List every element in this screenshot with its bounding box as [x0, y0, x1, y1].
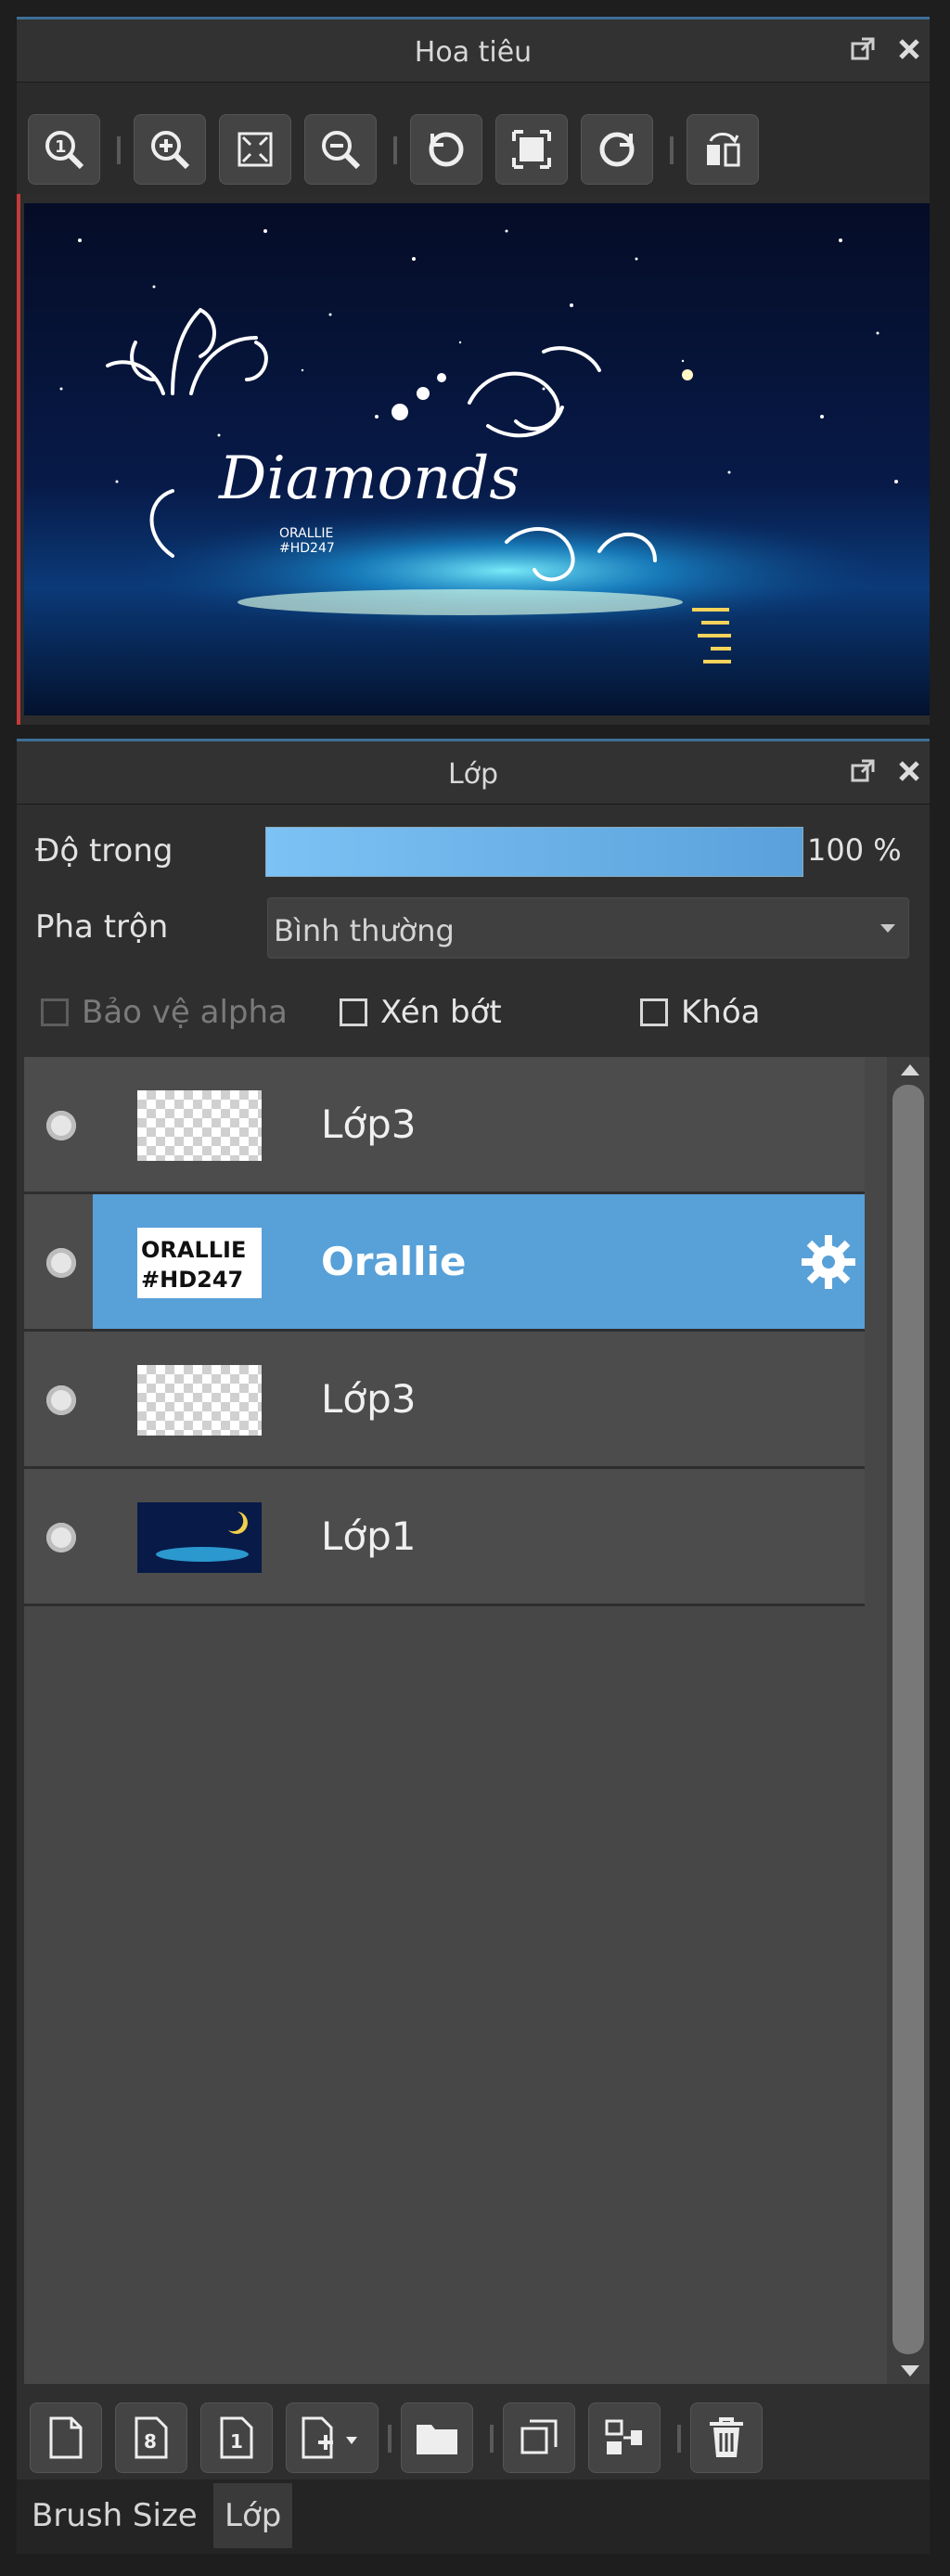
clipping-label: Xén bớt: [380, 994, 502, 1031]
layer-scrollbar[interactable]: [887, 1057, 930, 2384]
checkbox-box: [41, 998, 69, 1026]
navigator-panel: Hoa tiêu 1 Diamonds ORALLIE #HD247: [17, 17, 930, 725]
preview-image: Diamonds ORALLIE #HD247: [24, 203, 930, 715]
layer-thumbnail: [137, 1090, 262, 1161]
checkbox-box: [640, 998, 668, 1026]
layer-toolbar: 8 1: [17, 2391, 930, 2482]
layer-list-area: Lớp3 ORALLIE #HD247 Orallie Lớp3 Lớp1: [24, 1057, 930, 2384]
navigator-title: Hoa tiêu: [414, 36, 533, 69]
protect-alpha-label: Bảo vệ alpha: [82, 994, 288, 1031]
svg-text:8: 8: [144, 2430, 157, 2453]
chevron-down-icon: [880, 924, 895, 933]
tab-label: Lớp: [225, 2497, 282, 2534]
opacity-row: Độ trong 100 %: [17, 814, 930, 879]
checkbox-box: [340, 998, 367, 1026]
visibility-toggle-icon[interactable]: [46, 1523, 76, 1552]
blend-mode-value: Bình thường: [274, 913, 455, 948]
opacity-value: 100 %: [807, 832, 902, 868]
app-window: Hoa tiêu 1 Diamonds ORALLIE #HD247 Lớp Đ…: [0, 0, 950, 2576]
layer-thumbnail: ORALLIE #HD247: [137, 1228, 262, 1298]
blend-mode-dropdown[interactable]: Bình thường: [267, 897, 909, 959]
popout-icon[interactable]: [848, 756, 878, 786]
merge-down-icon[interactable]: [588, 2402, 661, 2473]
scroll-down-icon[interactable]: [901, 2365, 919, 2376]
navigator-toolbar: 1: [17, 83, 930, 201]
layer-row[interactable]: Lớp3: [24, 1332, 865, 1469]
layer-name: Lớp1: [321, 1513, 417, 1559]
new-8bit-layer-icon[interactable]: 8: [115, 2402, 187, 2473]
art-sub1: ORALLIE: [279, 526, 333, 541]
svg-text:1: 1: [55, 137, 67, 157]
tab-layers[interactable]: Lớp: [213, 2483, 293, 2548]
add-layer-menu-icon[interactable]: [286, 2402, 379, 2473]
panel-tabs: Brush Size Lớp: [17, 2479, 930, 2554]
layer-thumbnail: [137, 1502, 262, 1573]
thumb-text-2: #HD247: [141, 1267, 243, 1293]
opacity-label: Độ trong: [35, 832, 173, 869]
layer-options-row: Bảo vệ alpha Xén bớt Khóa: [17, 981, 930, 1046]
canvas-preview[interactable]: Diamonds ORALLIE #HD247: [17, 194, 930, 725]
delete-layer-icon[interactable]: [690, 2402, 763, 2473]
blend-label: Pha trộn: [35, 908, 169, 946]
art-sub2: #HD247: [279, 541, 335, 556]
layer-name: Orallie: [321, 1239, 467, 1284]
visibility-toggle-icon[interactable]: [46, 1248, 76, 1278]
layer-name: Lớp3: [321, 1101, 417, 1147]
tab-brush-size[interactable]: Brush Size: [20, 2483, 209, 2548]
tab-label: Brush Size: [32, 2497, 198, 2534]
layer-row[interactable]: Lớp1: [24, 1469, 865, 1606]
rotate-right-icon[interactable]: [581, 114, 653, 185]
blend-row: Pha trộn Bình thường: [17, 890, 930, 959]
new-layer-icon[interactable]: [30, 2402, 102, 2473]
close-icon[interactable]: [894, 34, 924, 64]
navigator-header: Hoa tiêu: [17, 19, 930, 83]
gear-icon[interactable]: [798, 1231, 859, 1293]
layers-header: Lớp: [17, 741, 930, 805]
close-icon[interactable]: [894, 756, 924, 786]
protect-alpha-checkbox[interactable]: Bảo vệ alpha: [41, 994, 288, 1031]
opacity-slider[interactable]: [265, 827, 803, 877]
folder-icon[interactable]: [401, 2402, 473, 2473]
popout-icon[interactable]: [848, 34, 878, 64]
layer-name: Lớp3: [321, 1376, 417, 1422]
clipping-checkbox[interactable]: Xén bớt: [340, 994, 502, 1031]
layer-list: Lớp3 ORALLIE #HD247 Orallie Lớp3 Lớp1: [24, 1057, 865, 1606]
new-1bit-layer-icon[interactable]: 1: [200, 2402, 273, 2473]
scroll-up-icon[interactable]: [901, 1064, 919, 1075]
duplicate-layer-icon[interactable]: [503, 2402, 575, 2473]
visibility-toggle-icon[interactable]: [46, 1385, 76, 1415]
layer-row-selected[interactable]: ORALLIE #HD247 Orallie: [24, 1194, 865, 1332]
fit-window-icon[interactable]: [219, 114, 291, 185]
svg-text:1: 1: [230, 2430, 243, 2453]
rotate-left-icon[interactable]: [410, 114, 482, 185]
scroll-thumb[interactable]: [892, 1085, 924, 2354]
zoom-out-icon[interactable]: [304, 114, 377, 185]
layers-panel: Lớp Độ trong 100 % Pha trộn Bình thường: [17, 739, 930, 2482]
visibility-toggle-icon[interactable]: [46, 1111, 76, 1140]
flip-horizontal-icon[interactable]: [687, 114, 759, 185]
layer-row[interactable]: Lớp3: [24, 1057, 865, 1194]
thumb-text-1: ORALLIE: [141, 1237, 246, 1263]
lock-label: Khóa: [681, 994, 761, 1031]
fit-screen-icon[interactable]: [495, 114, 568, 185]
art-title: Diamonds: [218, 444, 520, 513]
zoom-actual-icon[interactable]: 1: [28, 114, 100, 185]
layer-thumbnail: [137, 1365, 262, 1436]
zoom-in-icon[interactable]: [134, 114, 206, 185]
lock-checkbox[interactable]: Khóa: [640, 994, 760, 1031]
layers-title: Lớp: [447, 758, 499, 791]
